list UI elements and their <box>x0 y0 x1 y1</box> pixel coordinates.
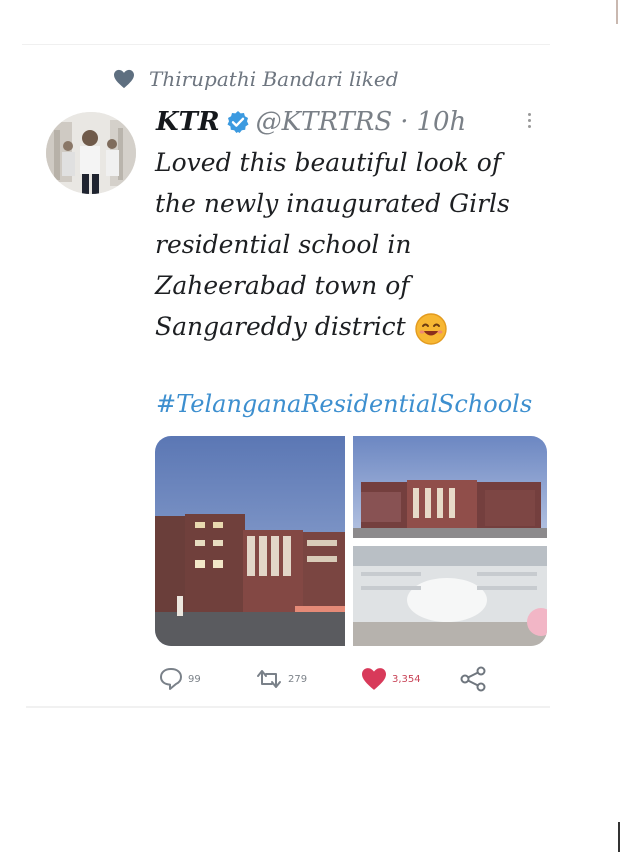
hashtag-link[interactable]: #TelanganaResidentialSchools <box>156 390 532 418</box>
share-icon <box>460 666 486 692</box>
retweet-button[interactable]: 279 <box>254 667 360 691</box>
retweet-count: 279 <box>288 673 308 685</box>
tweet-line: the newly inaugurated Girls <box>155 189 510 218</box>
reply-button[interactable]: 99 <box>158 667 254 691</box>
smiling-face-emoji-icon <box>415 312 447 345</box>
separator: · <box>400 107 409 137</box>
liked-heart-icon <box>362 668 386 690</box>
reply-icon <box>160 668 182 690</box>
edge-mark-bottom <box>618 822 620 852</box>
more-options-icon[interactable] <box>524 110 534 134</box>
edge-mark-top <box>616 0 618 24</box>
top-divider <box>22 44 550 45</box>
avatar[interactable] <box>46 112 136 194</box>
tweet-actions: 99 279 3,354 <box>158 664 492 694</box>
share-button[interactable] <box>458 666 492 692</box>
tweet-line: Loved this beautiful look of <box>155 148 502 177</box>
author-name[interactable]: KTR <box>156 107 220 137</box>
retweet-icon <box>257 670 281 688</box>
media-photo-3[interactable] <box>353 546 547 646</box>
heart-icon <box>114 69 134 89</box>
bottom-divider <box>26 706 550 708</box>
author-handle[interactable]: @KTRTRS <box>256 107 393 137</box>
media-photo-2[interactable] <box>353 436 547 538</box>
tweet-line-last: Sangareddy district <box>155 306 535 347</box>
tweet-line: Zaheerabad town of <box>155 271 410 300</box>
timestamp[interactable]: 10h <box>416 107 466 137</box>
social-context: Thirupathi Bandari liked <box>113 64 399 94</box>
media-photo-1[interactable] <box>155 436 345 646</box>
tweet-text: Loved this beautiful look of the newly i… <box>155 142 535 347</box>
tweet-line: residential school in <box>155 230 412 259</box>
tweet-line-text: Sangareddy district <box>155 312 406 341</box>
like-button[interactable]: 3,354 <box>360 667 458 691</box>
reply-count: 99 <box>188 673 201 685</box>
verified-badge-icon <box>227 111 249 133</box>
liked-by-text: Thirupathi Bandari liked <box>149 67 399 91</box>
tweet-header: KTR @KTRTRS · 10h <box>156 104 466 140</box>
avatar-photo <box>46 112 136 194</box>
media-grid <box>155 436 547 646</box>
like-count: 3,354 <box>392 673 421 685</box>
